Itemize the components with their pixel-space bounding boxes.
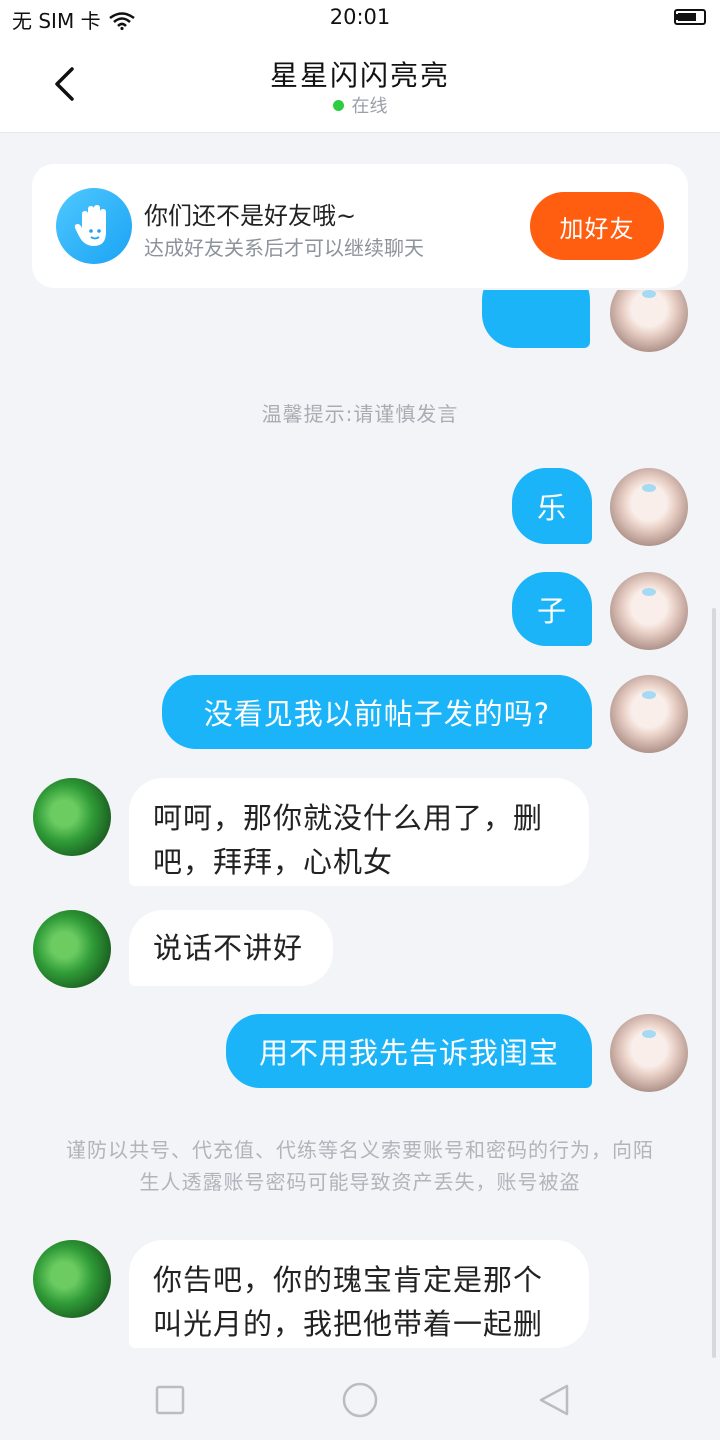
add-friend-button[interactable]: 加好友: [530, 192, 664, 260]
avatar[interactable]: [610, 468, 688, 546]
avatar[interactable]: [33, 910, 111, 988]
avatar[interactable]: [610, 675, 688, 753]
message-bubble-out[interactable]: 用不用我先告诉我闺宝: [226, 1014, 592, 1088]
message-bubble-in[interactable]: 你告吧，你的瑰宝肯定是那个叫光月的，我把他带着一起删: [129, 1240, 589, 1348]
banner-title: 你们还不是好友哦~: [144, 202, 357, 230]
avatar[interactable]: [610, 290, 688, 352]
message-bubble-in[interactable]: 说话不讲好: [129, 910, 333, 986]
online-status: 在线: [0, 92, 720, 118]
chat-header: 星星闪闪亮亮 在线: [0, 36, 720, 133]
avatar[interactable]: [610, 1014, 688, 1092]
message-bubble-out[interactable]: 子: [512, 572, 592, 646]
scrollbar[interactable]: [712, 608, 716, 1358]
square-nav-icon: [155, 1385, 185, 1415]
hand-icon: [56, 188, 132, 264]
add-friend-banner: 你们还不是好友哦~ 达成好友关系后才可以继续聊天 加好友: [32, 164, 688, 288]
avatar[interactable]: [33, 778, 111, 856]
security-warning: 谨防以共号、代充值、代练等名义索要账号和密码的行为，向陌生人透露账号密码可能导致…: [66, 1138, 654, 1194]
online-dot: [332, 100, 344, 111]
circle-nav-icon: [342, 1382, 378, 1418]
home-button[interactable]: [340, 1380, 380, 1420]
online-status-label: 在线: [351, 96, 388, 117]
triangle-nav-icon: [539, 1384, 569, 1416]
message-bubble-out[interactable]: 乐: [512, 468, 592, 544]
recent-apps-button[interactable]: [150, 1380, 190, 1420]
status-bar: 无 SIM 卡 20:01: [0, 0, 720, 36]
message-bubble-out[interactable]: 没看见我以前帖子发的吗?: [162, 675, 592, 749]
banner-subtitle: 达成好友关系后才可以继续聊天: [144, 236, 424, 260]
clock: 20:01: [329, 5, 391, 29]
contact-name: 星星闪闪亮亮: [269, 59, 450, 92]
avatar[interactable]: [610, 572, 688, 650]
avatar[interactable]: [33, 1240, 111, 1318]
back-nav-button[interactable]: [534, 1380, 574, 1420]
system-tip: 温馨提示:请谨慎发言: [261, 402, 459, 426]
message-bubble-in[interactable]: 呵呵，那你就没什么用了，删吧，拜拜，心机女: [129, 778, 589, 886]
system-nav-bar: [0, 1360, 720, 1440]
message-bubble-partial: [482, 290, 590, 348]
battery-icon: [674, 9, 706, 25]
chat-list[interactable]: 温馨提示:请谨慎发言 乐 子 没看见我以前帖子发的吗? 呵呵，那你就没什么用了，…: [0, 290, 720, 1360]
